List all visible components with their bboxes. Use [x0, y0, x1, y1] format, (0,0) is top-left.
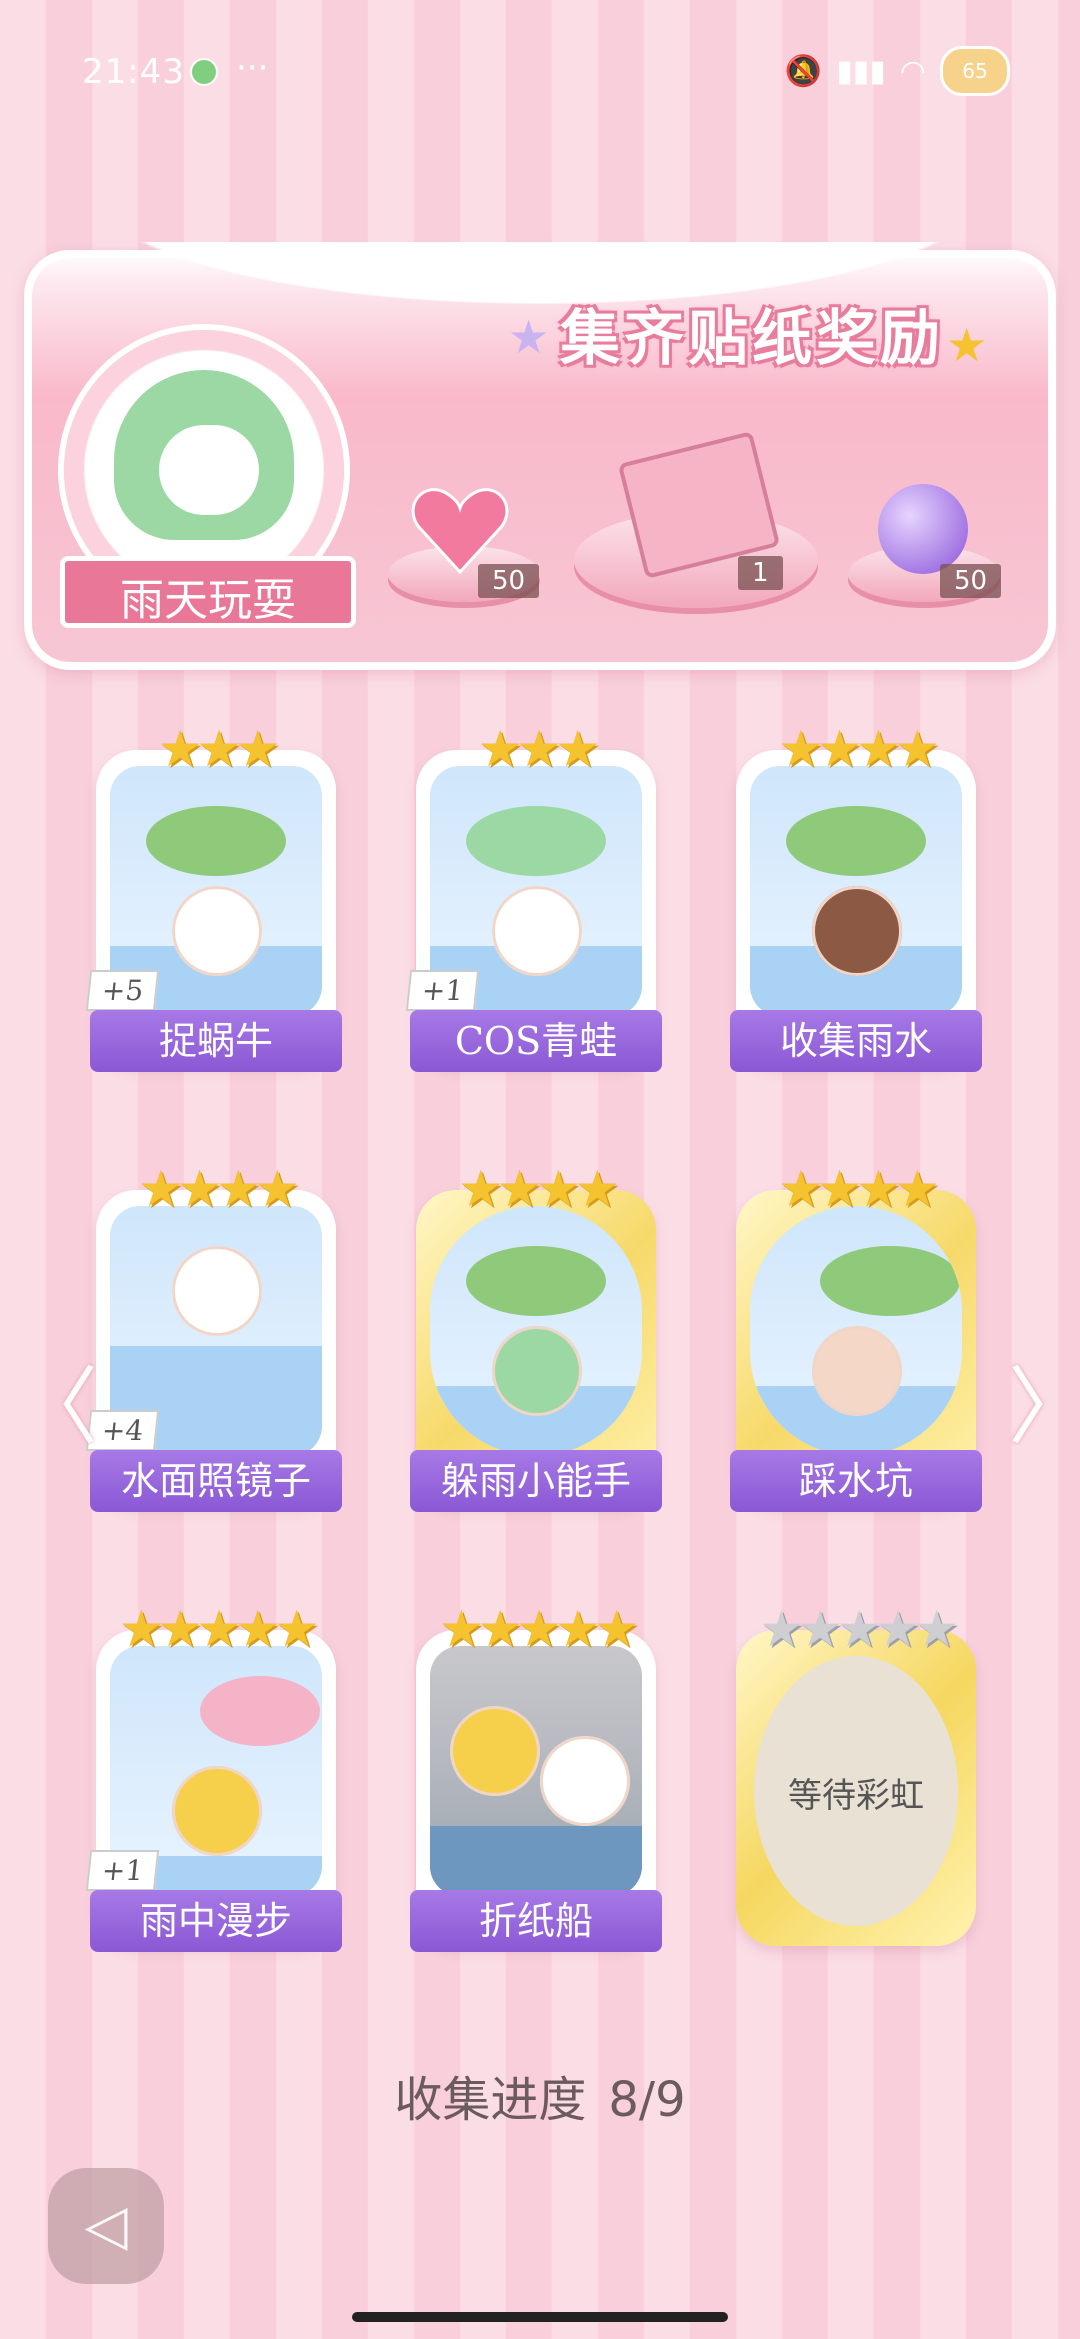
sticker-card[interactable]: ★★★ +5 捉蜗牛: [85, 720, 342, 1072]
star-rating: ★★★★★: [118, 1600, 319, 1658]
wifi-icon: ◠: [899, 53, 926, 89]
sticker-image: [750, 766, 962, 1016]
sticker-label: 收集雨水: [730, 1010, 982, 1072]
sticker-card[interactable]: ★★★★ +4 水面照镜子: [85, 1160, 342, 1512]
sticker-label: 躲雨小能手: [410, 1450, 662, 1512]
sticker-card[interactable]: ★★★★ 躲雨小能手: [410, 1160, 662, 1512]
status-icons: 🔕 ▮▮▮ ◠ 65: [785, 46, 1010, 96]
reward-count: 50: [940, 564, 1002, 598]
star-deco-icon: ★: [508, 310, 550, 364]
star-deco-icon: ★: [946, 318, 988, 372]
bonus-badge: +1: [405, 970, 480, 1011]
banner-title: 集齐贴纸奖励: [560, 304, 944, 374]
battery-icon: 65: [940, 46, 1010, 96]
heart-gem-icon[interactable]: [410, 486, 510, 576]
signal-icon: ▮▮▮: [836, 53, 886, 89]
mute-icon: 🔕: [784, 53, 823, 89]
sticker-card[interactable]: ★★★★★ 折纸船: [410, 1600, 662, 1952]
status-bar: 21:43 ··· 🔕 ▮▮▮ ◠ 65: [0, 0, 1080, 140]
sticker-label: 雨中漫步: [90, 1890, 342, 1952]
star-rating: ★★★★★: [438, 1600, 639, 1658]
sticker-card[interactable]: ★★★★ 踩水坑: [730, 1160, 982, 1512]
more-notifications-icon: ···: [236, 48, 269, 88]
progress-value: 8/9: [608, 2072, 686, 2128]
locked-sticker-card[interactable]: ★★★★★ 等待彩虹: [736, 1600, 976, 1946]
progress-label: 收集进度: [394, 2072, 587, 2128]
reward-count: 1: [738, 556, 783, 590]
back-arrow-icon: ◁: [84, 2193, 128, 2258]
bonus-badge: +1: [85, 1850, 160, 1891]
sticker-label: 等待彩虹: [788, 1776, 924, 1816]
energy-orb-icon[interactable]: [878, 484, 968, 574]
sticker-label: 折纸船: [410, 1890, 662, 1952]
avatar-label: 雨天玩耍: [120, 575, 296, 626]
sticker-card[interactable]: ★★★ +1 COS青蛙: [405, 720, 662, 1072]
sticker-image: [750, 1206, 962, 1456]
star-rating: ★★★★★: [758, 1600, 959, 1658]
star-rating: ★★★: [157, 720, 280, 778]
avatar-ribbon: 雨天玩耍: [60, 556, 356, 628]
sticker-label: 踩水坑: [730, 1450, 982, 1512]
home-indicator[interactable]: [352, 2312, 728, 2322]
sticker-label: 捉蜗牛: [90, 1010, 342, 1072]
star-rating: ★★★★: [138, 1160, 299, 1218]
bonus-badge: +5: [85, 970, 160, 1011]
sticker-label: 水面照镜子: [90, 1450, 342, 1512]
star-rating: ★★★★: [778, 720, 939, 778]
star-rating: ★★★: [477, 720, 600, 778]
sticker-card[interactable]: ★★★★ 收集雨水: [730, 720, 982, 1072]
status-time: 21:43: [82, 52, 185, 92]
prev-page-arrow-icon[interactable]: 〈: [14, 1340, 98, 1461]
cat-face-icon: [159, 425, 259, 515]
sticker-label: COS青蛙: [410, 1010, 662, 1072]
sticker-image: [430, 1206, 642, 1456]
reward-count: 50: [478, 564, 540, 598]
star-rating: ★★★★: [778, 1160, 939, 1218]
back-button[interactable]: ◁: [48, 2168, 164, 2284]
collection-progress: 收集进度 8/9: [0, 2060, 1080, 2130]
next-page-arrow-icon[interactable]: 〉: [1008, 1340, 1080, 1461]
sticker-card[interactable]: ★★★★★ +1 雨中漫步: [85, 1600, 342, 1952]
star-rating: ★★★★: [458, 1160, 619, 1218]
frog-app-icon: [190, 58, 218, 86]
sticker-image: [430, 1646, 642, 1896]
